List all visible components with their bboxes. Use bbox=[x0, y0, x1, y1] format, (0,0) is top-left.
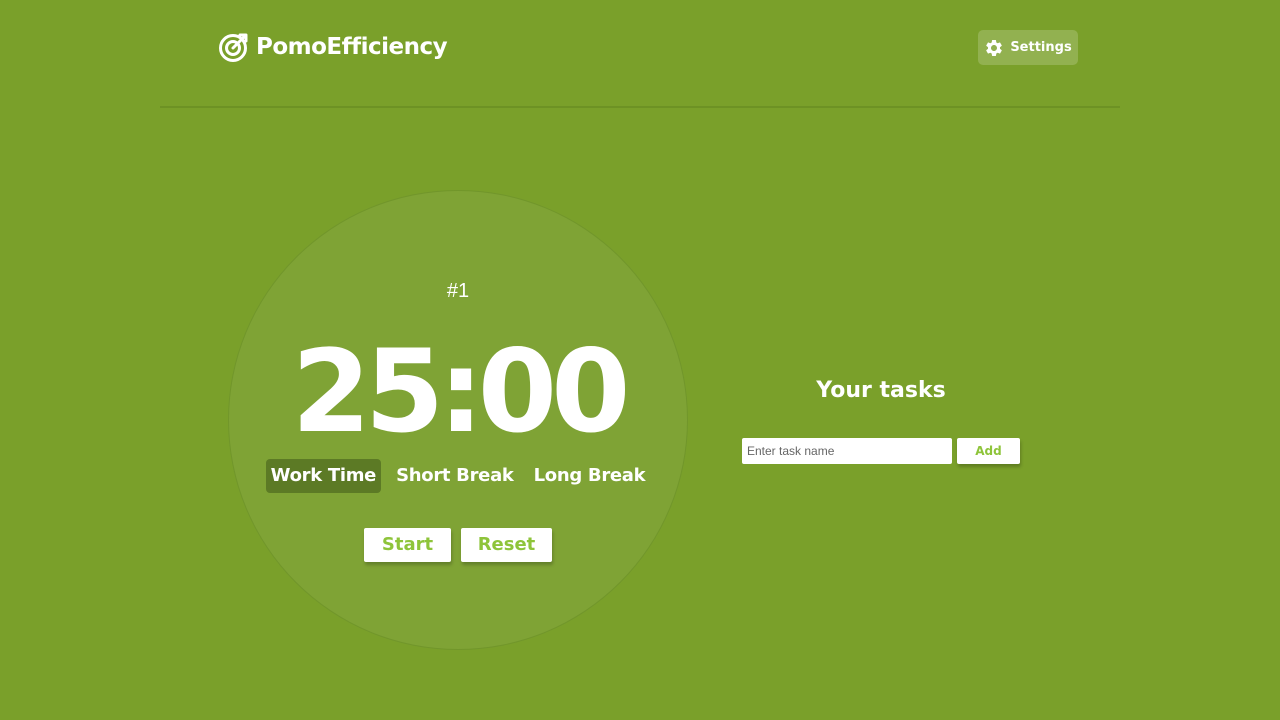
add-task-button[interactable]: Add bbox=[957, 438, 1020, 464]
session-number: #1 bbox=[446, 280, 470, 302]
mode-long-break[interactable]: Long Break bbox=[529, 459, 651, 493]
target-icon bbox=[219, 33, 248, 62]
timer-display: 25:00 bbox=[291, 325, 631, 458]
pomodoro-page: PomoEfficiency Settings #1 25:00 Work Ti… bbox=[0, 0, 1280, 720]
mode-work-time[interactable]: Work Time bbox=[265, 459, 382, 493]
tasks-title: Your tasks bbox=[816, 378, 946, 403]
timer-modes: Work Time Short Break Long Break bbox=[228, 459, 688, 493]
reset-button[interactable]: Reset bbox=[461, 528, 552, 562]
mode-short-break[interactable]: Short Break bbox=[391, 459, 519, 493]
header: PomoEfficiency Settings bbox=[160, 0, 1120, 108]
settings-label: Settings bbox=[1010, 40, 1072, 55]
timer-controls: Start Reset bbox=[364, 528, 552, 562]
start-button[interactable]: Start bbox=[364, 528, 451, 562]
gear-icon bbox=[986, 39, 1003, 56]
logo[interactable]: PomoEfficiency bbox=[218, 31, 448, 63]
task-name-input[interactable] bbox=[742, 438, 952, 464]
settings-button[interactable]: Settings bbox=[978, 30, 1078, 65]
app-name: PomoEfficiency bbox=[256, 34, 448, 60]
